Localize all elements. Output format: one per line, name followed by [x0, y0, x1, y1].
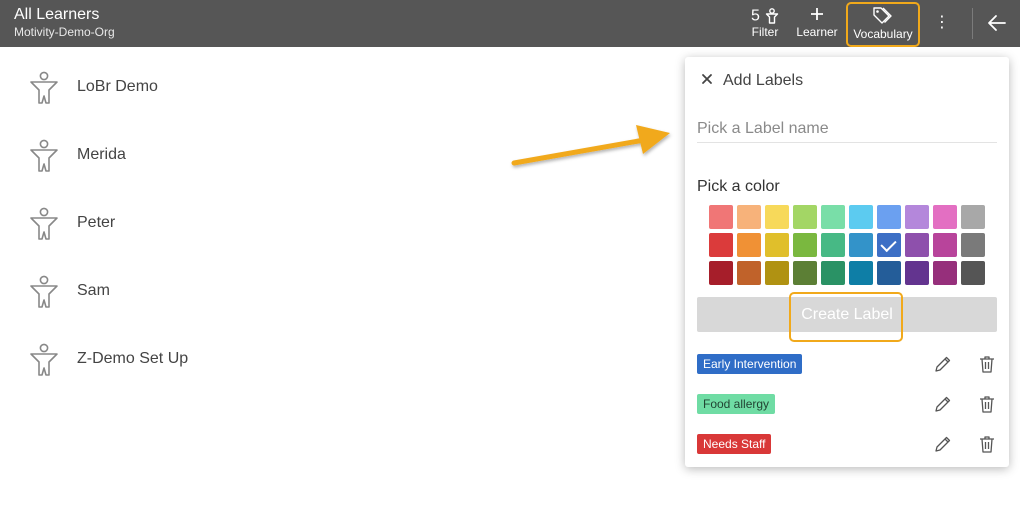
learner-name: Merida [77, 146, 126, 163]
kebab-menu-icon[interactable]: ⋮ [934, 13, 950, 33]
color-swatch[interactable] [961, 233, 985, 257]
pencil-icon[interactable] [933, 394, 953, 414]
close-icon[interactable] [699, 71, 715, 87]
color-swatch[interactable] [709, 205, 733, 229]
person-icon [30, 71, 58, 104]
color-swatch[interactable] [905, 233, 929, 257]
learner-row[interactable]: Sam [28, 271, 328, 311]
person-icon [30, 139, 58, 172]
person-icon [30, 207, 58, 240]
color-swatch[interactable] [793, 261, 817, 285]
learner-row[interactable]: Merida [28, 135, 328, 175]
color-swatch[interactable] [709, 261, 733, 285]
learner-name: Peter [77, 214, 116, 231]
page-title: All Learners [14, 6, 100, 23]
learner-label: Learner [796, 25, 838, 39]
color-swatch[interactable] [849, 233, 873, 257]
color-swatch[interactable] [877, 261, 901, 285]
trash-icon[interactable] [977, 394, 997, 414]
back-button[interactable] [984, 11, 1010, 35]
color-swatch[interactable] [849, 205, 873, 229]
person-filter-icon [765, 8, 779, 24]
add-labels-popup: Add Labels Pick a color Create Label Ear… [685, 57, 1009, 467]
color-palette [709, 205, 989, 285]
color-swatch[interactable] [933, 233, 957, 257]
tags-icon [873, 7, 892, 24]
learner-name: Z-Demo Set Up [77, 350, 189, 367]
create-label-button[interactable]: Create Label [697, 297, 997, 332]
color-swatch[interactable] [905, 261, 929, 285]
label-row: Needs Staff [697, 434, 997, 456]
label-name-input[interactable] [697, 115, 997, 143]
color-swatch[interactable] [933, 261, 957, 285]
color-swatch[interactable] [709, 233, 733, 257]
color-swatch[interactable] [793, 233, 817, 257]
color-swatch[interactable] [877, 205, 901, 229]
color-swatch[interactable] [961, 261, 985, 285]
learner-row[interactable]: LoBr Demo [28, 67, 328, 107]
color-swatch[interactable] [905, 205, 929, 229]
color-swatch[interactable] [821, 261, 845, 285]
title-block: All Learners Motivity-Demo-Org [14, 6, 115, 39]
label-row: Early Intervention [697, 354, 997, 376]
filter-button[interactable]: 5 Filter [748, 4, 782, 44]
organization-name: Motivity-Demo-Org [14, 25, 115, 39]
color-swatch[interactable] [765, 261, 789, 285]
learner-row[interactable]: Z-Demo Set Up [28, 339, 328, 379]
pencil-icon[interactable] [933, 354, 953, 374]
plus-icon [811, 8, 823, 20]
person-icon [30, 343, 58, 376]
color-swatch[interactable] [737, 233, 761, 257]
arrow-left-icon [988, 15, 1006, 31]
label-chip-needs-staff: Needs Staff [697, 434, 772, 454]
color-swatch[interactable] [793, 205, 817, 229]
color-swatch[interactable] [765, 205, 789, 229]
color-swatch[interactable] [849, 261, 873, 285]
color-swatch[interactable] [961, 205, 985, 229]
person-icon [30, 275, 58, 308]
annotation-arrow-icon [511, 125, 670, 166]
color-swatch[interactable] [765, 233, 789, 257]
trash-icon[interactable] [977, 434, 997, 454]
vocabulary-button[interactable]: Vocabulary [846, 2, 920, 47]
color-swatch[interactable] [877, 233, 901, 257]
label-chip-early-intervention: Early Intervention [697, 354, 803, 374]
learner-name: Sam [77, 282, 110, 299]
add-learner-button[interactable]: Learner [794, 4, 840, 44]
vocabulary-label: Vocabulary [853, 27, 913, 41]
learner-name: LoBr Demo [77, 78, 158, 95]
learner-row[interactable]: Peter [28, 203, 328, 243]
color-swatch[interactable] [821, 233, 845, 257]
toolbar-divider [972, 8, 973, 39]
color-swatch[interactable] [933, 205, 957, 229]
top-bar: All Learners Motivity-Demo-Org 5 Filter … [0, 0, 1020, 47]
filter-label: Filter [751, 25, 779, 39]
color-swatch[interactable] [737, 261, 761, 285]
popup-title: Add Labels [723, 72, 804, 89]
popup-pointer [868, 48, 886, 57]
trash-icon[interactable] [977, 354, 997, 374]
label-row: Food allergy [697, 394, 997, 416]
label-chip-food-allergy: Food allergy [697, 394, 776, 414]
color-swatch[interactable] [821, 205, 845, 229]
pencil-icon[interactable] [933, 434, 953, 454]
filter-count: 5 [751, 7, 760, 25]
color-swatch[interactable] [737, 205, 761, 229]
pick-color-label: Pick a color [697, 178, 780, 195]
